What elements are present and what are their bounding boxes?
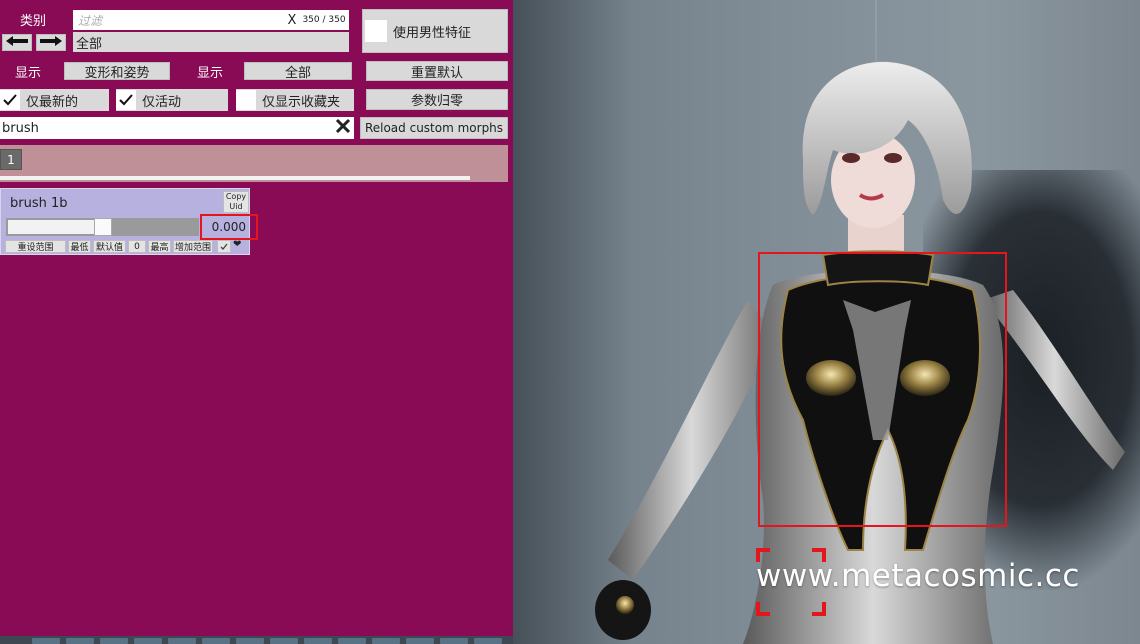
latest-only-toggle[interactable]: 仅最新的 bbox=[0, 89, 109, 111]
filter-input[interactable]: 过滤 bbox=[73, 10, 285, 30]
value-highlight-box bbox=[200, 214, 258, 240]
zero-button[interactable]: 0 bbox=[128, 240, 146, 253]
show-label-1: 显示 bbox=[14, 65, 41, 81]
morph-slider-track[interactable] bbox=[6, 218, 199, 236]
prev-category-button[interactable] bbox=[2, 34, 32, 51]
filter-count: 350 / 350 bbox=[299, 10, 349, 30]
page-button-1[interactable]: 1 bbox=[0, 149, 22, 170]
reload-custom-morphs-button[interactable]: Reload custom morphs bbox=[360, 117, 508, 139]
arrow-left-icon bbox=[6, 35, 28, 50]
show-label-2: 显示 bbox=[196, 65, 223, 81]
use-male-features-toggle[interactable]: 使用男性特征 bbox=[362, 9, 508, 53]
search-input[interactable]: brush bbox=[0, 117, 332, 139]
active-only-toggle[interactable]: 仅活动 bbox=[116, 89, 228, 111]
filter-clear-button[interactable]: X bbox=[285, 10, 299, 30]
favorites-only-toggle[interactable]: 仅显示收藏夹 bbox=[236, 89, 354, 111]
increase-range-button[interactable]: 增加范围 bbox=[173, 240, 213, 253]
pager-scrollbar[interactable] bbox=[0, 176, 470, 180]
male-features-checkbox[interactable] bbox=[365, 20, 387, 42]
morph-panel: 类别 过滤 X 350 / 350 全部 使用男性特征 显示 变形和姿势 显示 … bbox=[0, 0, 513, 644]
arrow-right-icon bbox=[40, 35, 62, 50]
heart-icon[interactable]: ❤ bbox=[233, 239, 241, 250]
max-button[interactable]: 最高 bbox=[148, 240, 171, 253]
favorites-only-label: 仅显示收藏夹 bbox=[262, 94, 341, 110]
category-label: 类别 bbox=[19, 13, 46, 29]
bottom-toolbar-strip bbox=[0, 636, 513, 644]
scene-viewport[interactable]: www.metacosmic.cc bbox=[513, 0, 1140, 644]
next-category-button[interactable] bbox=[36, 34, 66, 51]
copy-uid-button[interactable]: Copy Uid bbox=[223, 191, 249, 213]
params-zero-button[interactable]: 参数归零 bbox=[366, 89, 508, 110]
checkmark-icon bbox=[3, 94, 17, 106]
latest-only-checkbox[interactable] bbox=[0, 90, 20, 110]
filter-placeholder: 过滤 bbox=[78, 13, 103, 28]
body-selection-box bbox=[758, 252, 1007, 527]
male-features-label: 使用男性特征 bbox=[393, 25, 472, 41]
active-only-label: 仅活动 bbox=[142, 94, 182, 110]
close-icon bbox=[335, 118, 351, 138]
search-clear-button[interactable] bbox=[332, 117, 354, 139]
morph-slider-fill bbox=[8, 220, 96, 234]
favorites-only-checkbox[interactable] bbox=[236, 90, 256, 110]
checkmark-icon bbox=[119, 94, 133, 106]
morph-slider-handle[interactable] bbox=[94, 218, 112, 236]
checkmark-icon bbox=[220, 243, 228, 250]
show-type-select[interactable]: 变形和姿势 bbox=[64, 62, 170, 81]
active-only-checkbox[interactable] bbox=[116, 90, 136, 110]
latest-only-label: 仅最新的 bbox=[26, 94, 79, 110]
watermark-text: www.metacosmic.cc bbox=[756, 558, 1080, 594]
min-button[interactable]: 最低 bbox=[68, 240, 91, 253]
copy-uid-label-2: Uid bbox=[229, 202, 243, 211]
reset-default-button[interactable]: 重置默认 bbox=[366, 61, 508, 81]
show-scope-select[interactable]: 全部 bbox=[244, 62, 352, 81]
copy-uid-label-1: Copy bbox=[225, 192, 247, 201]
category-select[interactable]: 全部 bbox=[73, 32, 349, 52]
favorite-checkbox[interactable] bbox=[217, 240, 231, 253]
default-value-button[interactable]: 默认值 bbox=[93, 240, 126, 253]
reset-range-button[interactable]: 重设范围 bbox=[5, 240, 66, 253]
morph-name: brush 1b bbox=[10, 196, 68, 211]
